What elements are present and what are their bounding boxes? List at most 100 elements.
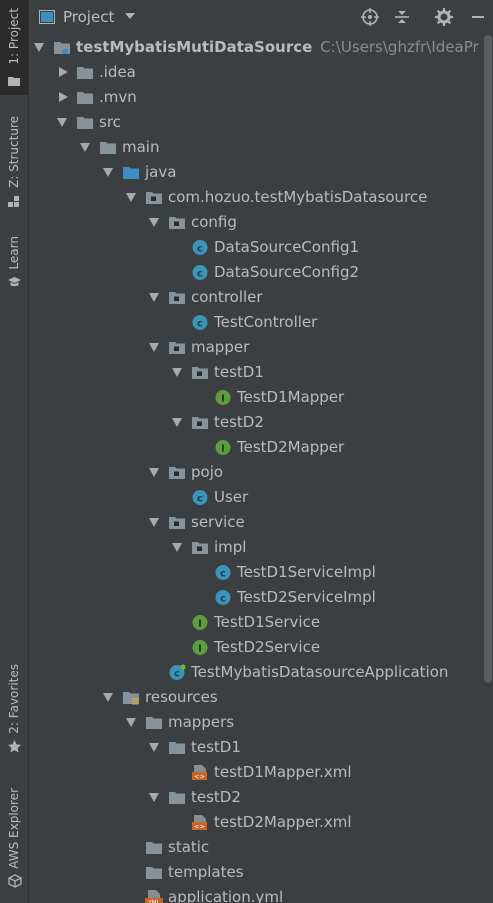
vertical-scrollbar[interactable] <box>481 35 493 903</box>
tree-row[interactable]: testD2 <box>29 785 479 810</box>
tree-row-text: TestD2ServiceImpl <box>237 588 376 606</box>
project-path: C:\Users\ghzfr\IdeaProjects <box>320 38 479 56</box>
expand-arrow-down-icon[interactable] <box>149 743 159 752</box>
tree-row[interactable]: I TestD2Service <box>29 635 479 660</box>
expand-arrow-down-icon[interactable] <box>149 218 159 227</box>
tree-row-label: testD2 <box>191 785 241 810</box>
expand-arrow-down-icon[interactable] <box>172 418 182 427</box>
package-icon <box>169 292 185 304</box>
expand-arrow-down-icon[interactable] <box>172 543 182 552</box>
class-icon: c <box>215 590 231 605</box>
scrollbar-thumb[interactable] <box>484 35 492 683</box>
expand-arrow-down-icon[interactable] <box>149 343 159 352</box>
tree-row[interactable]: src <box>29 110 479 135</box>
tree-row[interactable]: com.hozuo.testMybatisDatasource <box>29 185 479 210</box>
tree-row[interactable]: controller <box>29 285 479 310</box>
tree-row[interactable]: .mvn <box>29 85 479 110</box>
tree-row[interactable]: I TestD1Mapper <box>29 385 479 410</box>
tree-row[interactable]: .idea <box>29 60 479 85</box>
collapse-arrow-right-icon[interactable] <box>59 67 68 77</box>
package-icon <box>146 192 162 204</box>
expand-arrow-down-icon[interactable] <box>149 518 159 527</box>
expand-arrow-down-icon[interactable] <box>103 693 113 702</box>
tree-row-text: testMybatisMutiDataSource <box>76 38 313 56</box>
source-folder-icon <box>123 167 139 179</box>
tree-row[interactable]: I TestD2Mapper <box>29 435 479 460</box>
expand-arrow-down-icon[interactable] <box>172 368 182 377</box>
tree-row[interactable]: c DataSourceConfig1 <box>29 235 479 260</box>
tree-row[interactable]: <> testD2Mapper.xml <box>29 810 479 835</box>
svg-text:c: c <box>220 594 226 605</box>
svg-text:I: I <box>198 619 202 630</box>
tree-row-label: testD1 <box>214 360 264 385</box>
expand-arrow-down-icon[interactable] <box>34 43 44 52</box>
collapse-arrow-right-icon[interactable] <box>59 92 68 102</box>
tree-row[interactable]: testMybatisMutiDataSource C:\Users\ghzfr\… <box>29 35 479 60</box>
tree-row-text: impl <box>214 538 247 556</box>
learn-tool-tab[interactable]: Learn <box>0 232 28 297</box>
tree-row[interactable]: static <box>29 835 479 860</box>
tree-row-label: mapper <box>191 335 249 360</box>
tree-row-label: service <box>191 510 245 535</box>
hide-minus-icon[interactable] <box>469 8 487 26</box>
tree-row[interactable]: pojo <box>29 460 479 485</box>
settings-gear-icon[interactable] <box>435 8 453 26</box>
expand-arrow-down-icon[interactable] <box>149 468 159 477</box>
tree-row-label: TestD2Mapper <box>237 435 344 460</box>
tree-row-label: DataSourceConfig2 <box>214 260 359 285</box>
tree-row-label: testD1Mapper.xml <box>214 760 352 785</box>
tree-row-text: TestD1Mapper <box>237 388 345 406</box>
tree-row[interactable]: testD1 <box>29 735 479 760</box>
aws-explorer-tool-tab[interactable]: AWS Explorer <box>0 782 28 897</box>
expand-arrow-down-icon[interactable] <box>80 143 90 152</box>
tree-row-label: impl <box>214 535 246 560</box>
interface-icon: I <box>215 390 231 405</box>
tree-row[interactable]: main <box>29 135 479 160</box>
tree-row[interactable]: YML application.yml <box>29 885 479 903</box>
aws-cube-icon <box>8 874 22 888</box>
structure-tool-tab[interactable]: Z: Structure <box>0 110 28 210</box>
star-icon <box>8 740 21 753</box>
tree-row[interactable]: mappers <box>29 710 479 735</box>
tree-row[interactable]: mapper <box>29 335 479 360</box>
tree-row[interactable]: c TestController <box>29 310 479 335</box>
tree-row-text: java <box>145 163 177 181</box>
expand-arrow-down-icon[interactable] <box>149 793 159 802</box>
tree-row[interactable]: c User <box>29 485 479 510</box>
tree-row-label: User <box>214 485 248 510</box>
tree-row[interactable]: <> testD1Mapper.xml <box>29 760 479 785</box>
folder-icon <box>146 842 162 854</box>
tree-row[interactable]: I TestD1Service <box>29 610 479 635</box>
expand-arrow-down-icon[interactable] <box>126 193 136 202</box>
structure-tab-label: Z: Structure <box>7 116 21 188</box>
tree-row[interactable]: c DataSourceConfig2 <box>29 260 479 285</box>
project-tool-tab[interactable]: 1: Project <box>0 0 28 95</box>
tree-row-text: pojo <box>191 463 224 481</box>
collapse-all-icon[interactable] <box>393 8 411 26</box>
locate-icon[interactable] <box>361 8 379 26</box>
tree-row[interactable]: impl <box>29 535 479 560</box>
tree-row[interactable]: templates <box>29 860 479 885</box>
project-view-selector[interactable]: Project <box>63 8 136 26</box>
tree-row[interactable]: resources <box>29 685 479 710</box>
project-panel-header: Project <box>29 0 493 36</box>
tree-row-text: templates <box>168 863 244 881</box>
tree-row[interactable]: c TestD2ServiceImpl <box>29 585 479 610</box>
favorites-tool-tab[interactable]: 2: Favorites <box>0 658 28 758</box>
tree-row[interactable]: java <box>29 160 479 185</box>
project-tree[interactable]: testMybatisMutiDataSource C:\Users\ghzfr\… <box>29 35 479 903</box>
tree-row[interactable]: testD1 <box>29 360 479 385</box>
tree-row-label: .mvn <box>99 85 137 110</box>
tree-row[interactable]: c TestD1ServiceImpl <box>29 560 479 585</box>
tree-row-label: mappers <box>168 710 234 735</box>
expand-arrow-down-icon[interactable] <box>103 168 113 177</box>
tree-row-label: com.hozuo.testMybatisDatasource <box>168 185 427 210</box>
tree-row[interactable]: service <box>29 510 479 535</box>
interface-icon: I <box>192 615 208 630</box>
tree-row[interactable]: testD2 <box>29 410 479 435</box>
expand-arrow-down-icon[interactable] <box>149 293 159 302</box>
expand-arrow-down-icon[interactable] <box>126 718 136 727</box>
tree-row[interactable]: config <box>29 210 479 235</box>
expand-arrow-down-icon[interactable] <box>57 118 67 127</box>
tree-row[interactable]: c TestMybatisDatasourceApplication <box>29 660 479 685</box>
